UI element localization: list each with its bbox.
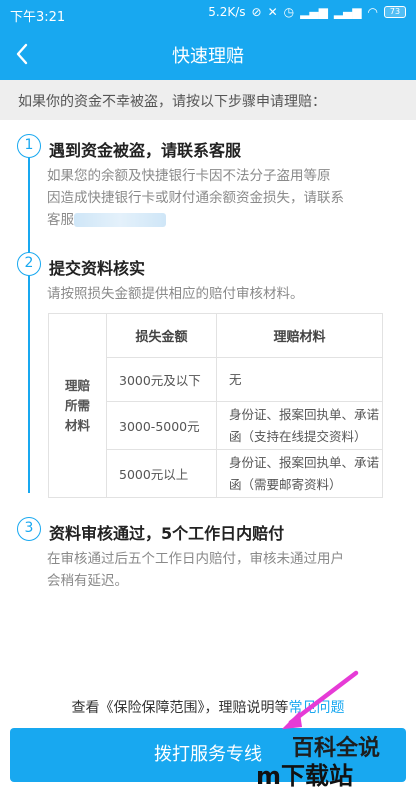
amount-cell: 3000-5000元	[106, 401, 217, 450]
amount-cell: 3000元及以下	[106, 357, 217, 402]
materials-cell: 无	[216, 357, 383, 402]
step-description: 如果您的余额及快捷银行卡因不法分子盗用等原 因造成快捷银行卡或财付通余额资金损失…	[47, 168, 344, 228]
page-title: 快速理赔	[172, 46, 244, 67]
watermark-site: m下载站	[256, 762, 354, 788]
row-header: 理赔 所需 材料	[48, 313, 107, 498]
redacted-phone	[74, 213, 166, 227]
nav-bar: 快速理赔	[0, 28, 416, 80]
network-speed: 5.2K/s	[208, 5, 246, 19]
step-description: 在审核通过后五个工作日内赔付，审核未通过用户 会稍有延迟。	[47, 551, 344, 589]
table-header-row: 理赔 所需 材料 损失金额 理赔材料	[48, 313, 383, 498]
step-number: 2	[17, 252, 41, 276]
signal-icon: ▂▄▆	[300, 5, 328, 19]
step-title: 提交资料核实	[49, 259, 146, 278]
step-title: 遇到资金被盗，请联系客服	[49, 141, 242, 160]
signal-icon-2: ▂▄▆	[333, 5, 362, 19]
step-description: 请按照损失金额提供相应的赔付审核材料。	[47, 286, 304, 302]
materials-cell: 身份证、报案回执单、承诺 函（支持在线提交资料）	[216, 401, 383, 450]
status-icons: 5.2K/s ⊘ ✕ ◷ ▂▄▆ ▂▄▆ ◠ 73	[208, 5, 406, 19]
step-title: 资料审核通过，5个工作日内赔付	[49, 524, 285, 543]
col-header-amount: 损失金额	[106, 313, 217, 358]
arrow-annotation-icon	[281, 670, 359, 730]
step-number: 1	[17, 134, 41, 158]
notice-banner: 如果你的资金不幸被盗，请按以下步骤申请理赔：	[0, 80, 416, 120]
alarm-icon: ◷	[283, 5, 295, 19]
status-bar: 下午3:21 5.2K/s ⊘ ✕ ◷ ▂▄▆ ▂▄▆ ◠ 73	[0, 0, 416, 28]
status-time: 下午3:21	[10, 10, 66, 25]
app-header: 下午3:21 5.2K/s ⊘ ✕ ◷ ▂▄▆ ▂▄▆ ◠ 73 快速理赔	[0, 0, 416, 80]
wifi-icon: ◠	[367, 5, 378, 19]
col-header-materials: 理赔材料	[216, 313, 383, 358]
timeline-line-2	[28, 276, 30, 493]
mute-icon: ✕	[267, 5, 278, 19]
step-number: 3	[17, 517, 41, 541]
claims-table: 理赔 所需 材料 损失金额 理赔材料 3000元及以下 无 3000-5000元…	[48, 313, 383, 498]
materials-cell: 身份证、报案回执单、承诺 函（需要邮寄资料）	[216, 449, 383, 498]
battery-icon: 73	[384, 6, 406, 18]
link-icon: ⊘	[251, 5, 262, 19]
amount-cell: 5000元以上	[106, 449, 217, 498]
timeline-line-1	[28, 158, 30, 266]
